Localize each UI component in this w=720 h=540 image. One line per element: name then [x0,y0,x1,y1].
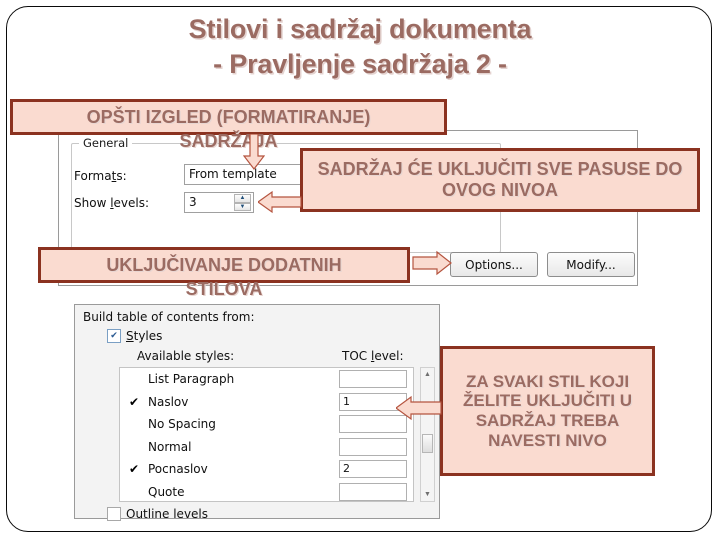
title-line-2: - Pravljenje sadržaja 2 - [213,49,507,79]
show-levels-value: 3 [189,195,197,209]
toc-level-label: TOC level: [342,349,404,363]
show-levels-label: Show levels: [74,196,150,210]
style-checked-icon[interactable]: ✔ [120,395,148,409]
callout-formatting-line1: OPŠTI IZGLED (FORMATIRANJE) [86,106,371,127]
options-button-label: Options... [465,257,523,272]
stepper-buttons[interactable]: ▲ ▼ [234,194,251,211]
callout-levels-text: SADRŽAJ ĆE UKLJUČITI SVE PASUSE DO OVOG … [317,159,683,200]
outline-levels-checkbox[interactable]: Outline levels [107,507,208,521]
build-toc-from-label: Build table of contents from: [83,310,255,324]
formats-label: Formats: [74,169,127,183]
available-styles-label: Available styles: [137,349,235,363]
style-row[interactable]: ✔ Pocnaslov 2 [120,458,413,481]
checkbox-unchecked-icon [107,507,121,521]
arrow-down-icon [242,133,266,170]
presentation-slide: Stilovi i sadržaj dokumenta - Pravljenje… [0,0,720,540]
style-toc-level-input[interactable]: 2 [339,460,407,479]
modify-button[interactable]: Modify... [547,252,635,277]
style-row[interactable]: Normal [120,436,413,459]
arrow-left-icon-levels [256,190,302,214]
stepper-up-icon[interactable]: ▲ [234,194,251,203]
styles-list-scrollbar[interactable]: ▲ ▼ [420,367,435,502]
callout-toc-level: ZA SVAKI STIL KOJI ŽELITE UKLJUČITI U SA… [440,346,655,476]
style-row[interactable]: List Paragraph [120,368,413,391]
callout-extra-styles: UKLJUČIVANJE DODATNIH [38,247,410,283]
page-title: Stilovi i sadržaj dokumenta - Pravljenje… [0,12,720,82]
style-name: Normal [148,439,192,454]
styles-checkbox-label: Styles [126,329,163,343]
callout-levels: SADRŽAJ ĆE UKLJUČITI SVE PASUSE DO OVOG … [300,148,700,212]
style-row[interactable]: Quote [120,481,413,502]
style-toc-level-input[interactable] [339,482,407,501]
style-row[interactable]: No Spacing [120,413,413,436]
style-checked-icon[interactable]: ✔ [120,462,148,476]
outline-levels-label: Outline levels [126,507,209,521]
callout-extra-styles-line1: UKLJUČIVANJE DODATNIH [106,254,342,275]
show-levels-stepper[interactable]: 3 ▲ ▼ [184,192,254,213]
styles-list[interactable]: List Paragraph ✔ Naslov 1 No Spacing Normal ✔ P… [119,367,414,502]
scroll-down-icon[interactable]: ▼ [421,488,434,501]
title-line-1: Stilovi i sadržaj dokumenta [188,14,532,44]
style-name: List Paragraph [148,372,235,387]
modify-button-label: Modify... [566,257,616,272]
scroll-up-icon[interactable]: ▲ [421,368,434,381]
styles-checkbox[interactable]: ✔ Styles [107,329,162,343]
style-name: Quote [148,484,185,499]
arrow-right-icon-options [412,250,452,276]
callout-toc-level-text: ZA SVAKI STIL KOJI ŽELITE UKLJUČITI U SA… [462,371,633,450]
style-name: Pocnaslov [148,462,208,477]
options-button[interactable]: Options... [450,252,538,277]
style-row[interactable]: ✔ Naslov 1 [120,391,413,414]
stepper-down-icon[interactable]: ▼ [234,202,251,211]
arrow-left-icon-toc-level [394,395,442,421]
checkbox-checked-icon: ✔ [107,329,121,343]
style-name: No Spacing [148,417,216,432]
style-toc-level-input[interactable] [339,370,407,389]
scrollbar-thumb[interactable] [422,434,433,453]
style-toc-level-input[interactable] [339,437,407,456]
style-name: Naslov [148,394,189,409]
toc-options-dialog: Build table of contents from: ✔ Styles A… [74,304,440,521]
callout-extra-styles-line2: STILOVA [185,279,263,299]
callout-formatting: OPŠTI IZGLED (FORMATIRANJE) [10,99,447,135]
